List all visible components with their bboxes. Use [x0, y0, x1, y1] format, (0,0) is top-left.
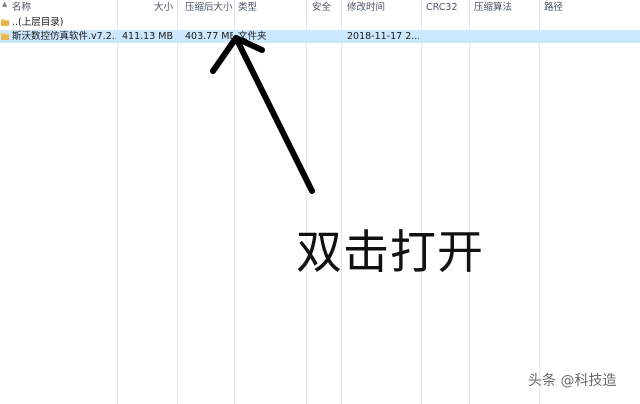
watermark: 头条 @科技造 — [528, 373, 617, 389]
archive-window: ▲ 名称 大小 压缩后大小 类型 安全 修改时间 CRC32 压缩算法 路径 .… — [0, 0, 640, 404]
arrow-annotation — [210, 35, 315, 194]
annotation-text: 双击打开 — [296, 225, 484, 279]
